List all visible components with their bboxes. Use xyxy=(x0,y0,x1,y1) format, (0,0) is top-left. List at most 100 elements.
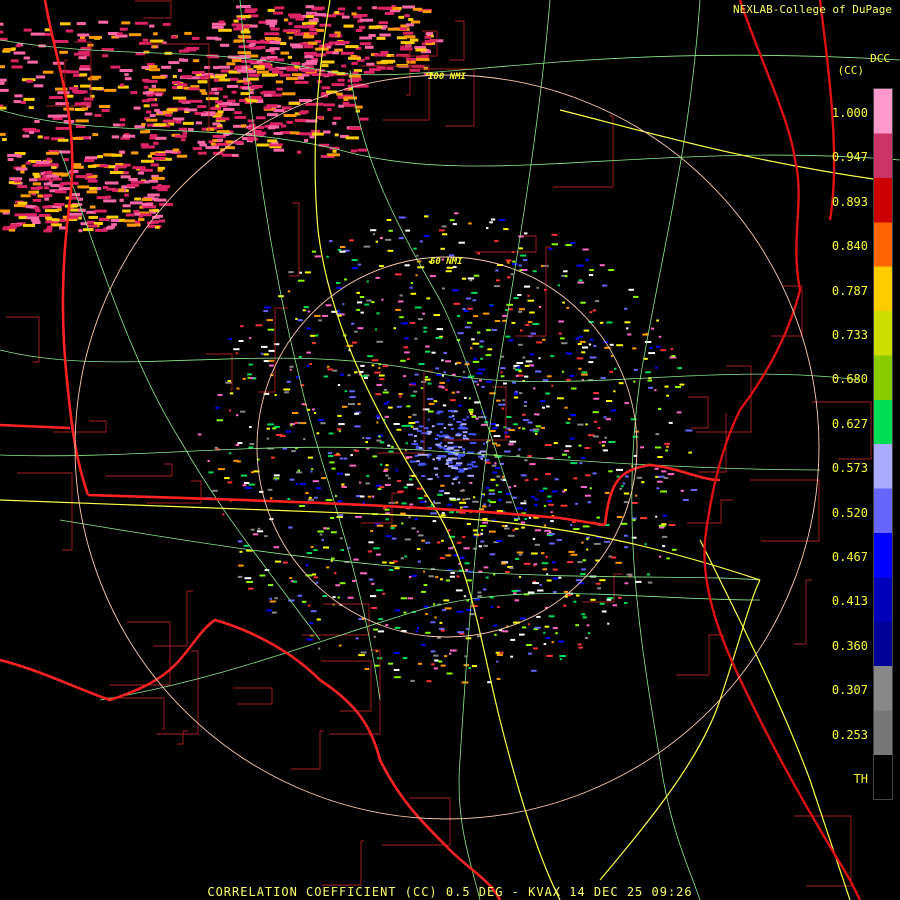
radar-echo xyxy=(322,314,329,317)
radar-echo xyxy=(344,473,350,476)
radar-echo xyxy=(375,415,381,418)
radar-echo xyxy=(89,35,102,39)
radar-echo xyxy=(404,264,410,267)
radar-echo xyxy=(472,529,478,532)
radar-echo xyxy=(130,91,138,95)
radar-echo xyxy=(607,622,610,625)
radar-echo xyxy=(632,519,636,522)
scale-label: 0.467 xyxy=(831,550,868,564)
radar-echo xyxy=(478,416,484,419)
radar-echo xyxy=(46,157,52,161)
radar-echo xyxy=(380,463,383,466)
radar-echo xyxy=(384,483,391,486)
radar-echo xyxy=(259,574,266,577)
radar-echo xyxy=(479,616,484,619)
radar-echo xyxy=(315,47,329,51)
radar-echo xyxy=(490,478,496,481)
radar-echo xyxy=(400,597,407,600)
radar-echo xyxy=(424,378,431,381)
radar-echo xyxy=(442,404,447,407)
radar-echo xyxy=(341,483,345,486)
radar-echo xyxy=(288,599,295,602)
radar-echo xyxy=(334,133,339,137)
radar-echo xyxy=(599,441,602,444)
radar-echo xyxy=(359,481,362,484)
radar-echo xyxy=(417,497,424,500)
radar-echo xyxy=(449,652,452,655)
radar-echo xyxy=(267,8,275,12)
radar-echo xyxy=(545,444,552,446)
radar-echo xyxy=(457,457,461,460)
radar-echo xyxy=(423,570,426,573)
radar-echo xyxy=(81,101,92,105)
radar-echo xyxy=(546,579,552,582)
radar-echo xyxy=(35,75,46,79)
radar-echo xyxy=(413,427,419,430)
radar-echo xyxy=(233,459,239,462)
radar-echo xyxy=(235,5,240,9)
radar-echo xyxy=(212,122,221,126)
radar-echo xyxy=(524,459,528,462)
radar-echo xyxy=(413,247,417,250)
radar-echo xyxy=(46,170,53,174)
radar-echo xyxy=(497,491,502,494)
radar-echo xyxy=(486,380,493,383)
radar-echo xyxy=(390,527,395,530)
radar-echo xyxy=(165,113,172,117)
radar-echo xyxy=(658,335,662,338)
radar-echo xyxy=(84,112,93,116)
radar-echo xyxy=(266,427,270,430)
radar-echo xyxy=(329,240,333,243)
radar-echo xyxy=(369,25,383,29)
radar-echo xyxy=(176,154,188,158)
radar-echo xyxy=(581,613,586,616)
radar-echo xyxy=(395,273,402,276)
radar-echo xyxy=(459,489,465,492)
radar-echo xyxy=(282,92,296,96)
radar-echo xyxy=(301,600,307,603)
radar-echo xyxy=(427,382,432,385)
radar-echo xyxy=(406,483,414,486)
radar-echo xyxy=(563,590,568,593)
radar-echo xyxy=(441,225,447,228)
radar-echo xyxy=(88,224,98,228)
radar-echo xyxy=(295,17,305,21)
radar-echo xyxy=(155,136,167,140)
radar-echo xyxy=(376,421,379,424)
radar-echo xyxy=(211,87,218,91)
radar-echo xyxy=(370,530,374,532)
radar-echo xyxy=(350,454,353,457)
scale-label: 0.733 xyxy=(831,328,868,342)
radar-echo xyxy=(29,130,34,134)
radar-echo xyxy=(250,46,262,50)
radar-echo xyxy=(364,70,375,74)
radar-echo xyxy=(503,382,507,385)
radar-echo xyxy=(425,541,431,544)
radar-echo xyxy=(438,627,445,630)
radar-echo xyxy=(460,506,463,509)
radar-echo xyxy=(469,410,474,413)
radar-echo xyxy=(393,327,396,330)
radar-echo xyxy=(672,548,677,551)
radar-echo xyxy=(628,288,634,291)
radar-echo xyxy=(527,299,535,302)
radar-echo xyxy=(624,582,629,585)
radar-echo xyxy=(339,582,346,585)
radar-echo xyxy=(249,91,254,95)
radar-echo xyxy=(267,423,275,426)
radar-echo xyxy=(119,27,128,31)
radar-echo xyxy=(306,552,313,555)
radar-echo xyxy=(332,51,339,55)
radar-echo xyxy=(444,474,451,477)
radar-echo xyxy=(481,385,485,388)
radar-echo xyxy=(119,83,124,87)
radar-echo xyxy=(297,319,303,322)
radar-echo xyxy=(323,130,331,134)
radar-echo xyxy=(152,45,157,49)
radar-echo xyxy=(473,315,479,318)
radar-echo xyxy=(106,187,117,191)
radar-echo xyxy=(341,15,350,19)
radar-echo xyxy=(311,468,314,471)
radar-echo xyxy=(422,312,425,315)
radar-echo xyxy=(260,91,269,95)
